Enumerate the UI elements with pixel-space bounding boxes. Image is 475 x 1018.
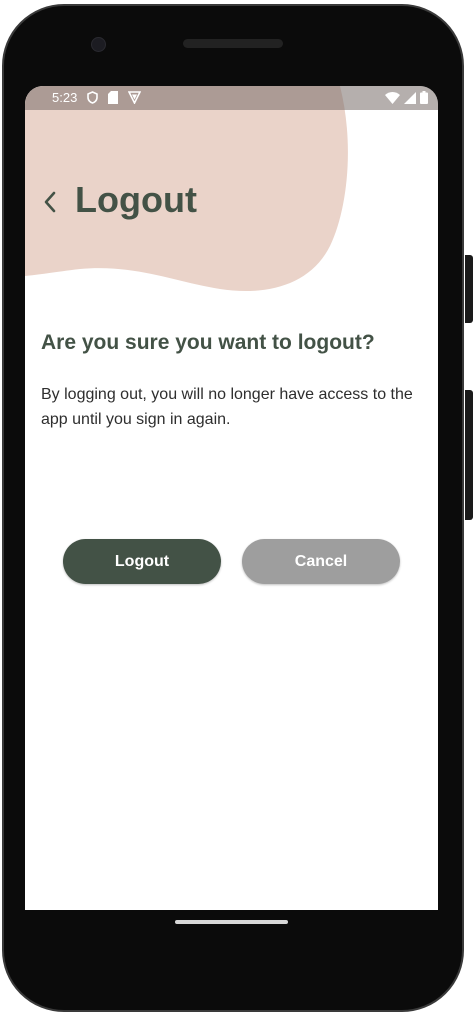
status-bar: 5:23 <box>25 86 438 110</box>
cellular-signal-icon <box>404 91 416 104</box>
power-button <box>465 390 473 520</box>
status-notification-icons <box>87 91 141 104</box>
sim-card-icon <box>108 91 118 104</box>
confirmation-description: By logging out, you will no longer have … <box>41 386 413 428</box>
app-screen: 5:23 Logout Are you sure you want to log… <box>25 86 438 910</box>
cancel-button[interactable]: Cancel <box>242 539 400 584</box>
front-camera <box>91 37 106 52</box>
vpn-shield-icon <box>128 91 141 104</box>
battery-icon <box>420 91 428 104</box>
wifi-icon <box>385 91 400 104</box>
confirmation-question: Are you sure you want to logout? <box>41 331 375 354</box>
phone-frame: 5:23 Logout Are you sure you want to log… <box>0 0 475 1018</box>
logout-button[interactable]: Logout <box>63 539 221 584</box>
status-system-icons <box>385 91 428 104</box>
page-title: Logout <box>75 179 197 220</box>
home-indicator[interactable] <box>175 920 288 924</box>
volume-button <box>465 255 473 323</box>
shield-icon <box>87 91 98 104</box>
chevron-left-icon <box>44 191 56 213</box>
earpiece-speaker <box>183 39 283 48</box>
back-button[interactable] <box>35 187 65 217</box>
status-time: 5:23 <box>52 90 78 105</box>
